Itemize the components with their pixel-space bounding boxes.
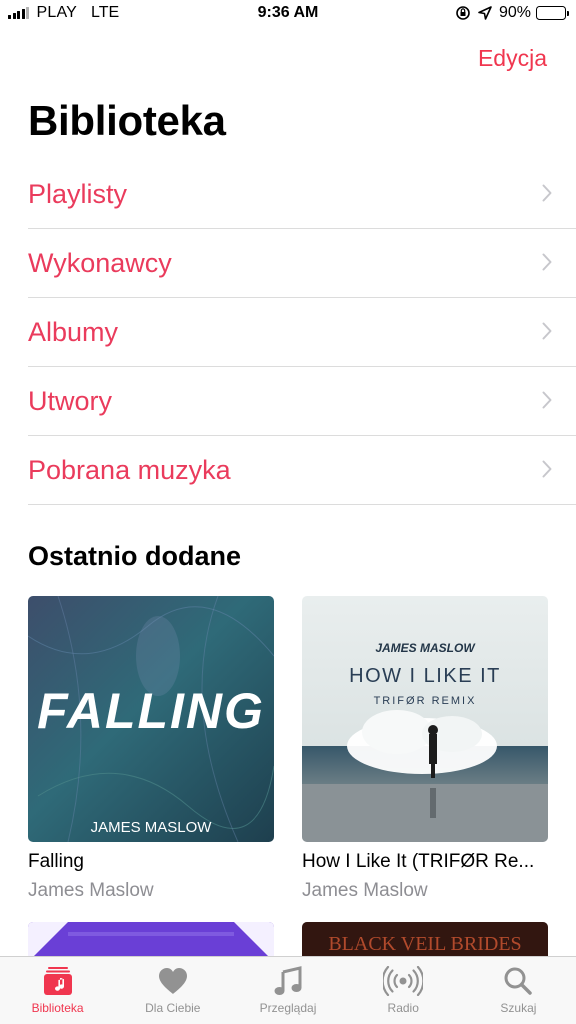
library-item-label: Albumy <box>28 317 119 347</box>
chevron-right-icon <box>542 253 552 271</box>
library-item-label: Utwory <box>28 386 113 416</box>
library-item-label: Playlisty <box>28 179 128 209</box>
album-card-falling[interactable]: FALLING JAMES MASLOW Falling James Maslo… <box>28 596 274 902</box>
album-art-artist: JAMES MASLOW <box>91 819 213 836</box>
status-bar: PLAY LTE 9:36 AM 90% <box>0 0 576 30</box>
album-art-artist: JAMES MASLOW <box>375 641 476 655</box>
album-artist: James Maslow <box>28 880 154 901</box>
chevron-right-icon <box>542 391 552 409</box>
chevron-right-icon <box>542 184 552 202</box>
album-art-title: BLACK VEIL BRIDES <box>328 933 521 955</box>
tab-label: Radio <box>387 1001 419 1015</box>
chevron-right-icon <box>542 460 552 478</box>
album-card-how-i-like-it[interactable]: JAMES MASLOW HOW I LIKE IT TRIFØR REMIX … <box>302 596 548 902</box>
page-title: Biblioteka <box>28 97 226 144</box>
tab-label: Dla Ciebie <box>145 1001 201 1015</box>
tab-label: Przeglądaj <box>259 1001 317 1015</box>
search-icon <box>504 967 533 995</box>
heart-icon <box>158 968 187 994</box>
library-item-songs[interactable]: Utwory <box>28 367 576 436</box>
tab-browse[interactable]: Przeglądaj <box>230 957 345 1024</box>
tab-library[interactable]: Biblioteka <box>0 957 115 1024</box>
album-artwork[interactable]: JAMES MASLOW HOW I LIKE IT TRIFØR REMIX <box>302 596 548 842</box>
tab-for-you[interactable]: Dla Ciebie <box>115 957 230 1024</box>
tab-label: Biblioteka <box>31 1001 84 1015</box>
section-title-recently-added: Ostatnio dodane <box>28 541 242 571</box>
rotation-lock-icon <box>456 6 470 20</box>
battery-percent: 90% <box>498 4 531 21</box>
library-list: Playlisty Wykonawcy Albumy Utwory Pobran… <box>28 160 576 505</box>
library-item-artists[interactable]: Wykonawcy <box>28 229 576 298</box>
tab-label: Szukaj <box>500 1001 537 1015</box>
library-item-playlists[interactable]: Playlisty <box>28 160 576 229</box>
location-icon <box>478 6 492 20</box>
album-title: How I Like It (TRIFØR Re... <box>302 851 535 872</box>
screen: PLAY LTE 9:36 AM 90% Edycja Biblioteka P… <box>0 0 576 1024</box>
tab-search[interactable]: Szukaj <box>461 957 576 1024</box>
album-art-title: HOW I LIKE IT <box>349 665 501 687</box>
library-icon <box>43 967 72 995</box>
album-art-subtitle: TRIFØR REMIX <box>374 695 477 707</box>
status-right: 90% <box>455 4 569 22</box>
edit-button[interactable]: Edycja <box>478 45 547 72</box>
library-item-label: Pobrana muzyka <box>28 455 231 485</box>
battery-icon <box>536 6 569 20</box>
tab-radio[interactable]: Radio <box>346 957 461 1024</box>
album-art-title: FALLING <box>37 683 265 739</box>
album-title: Falling <box>28 851 84 872</box>
album-artwork[interactable]: FALLING JAMES MASLOW <box>28 596 274 842</box>
tab-bar: Biblioteka Dla Ciebie Przeglądaj Radio S… <box>0 956 576 1024</box>
library-item-label: Wykonawcy <box>28 248 172 278</box>
library-item-downloaded-music[interactable]: Pobrana muzyka <box>28 436 576 505</box>
chevron-right-icon <box>542 322 552 340</box>
radio-icon <box>383 966 424 996</box>
library-item-albums[interactable]: Albumy <box>28 298 576 367</box>
music-note-icon <box>274 966 302 995</box>
album-artist: James Maslow <box>302 880 428 901</box>
